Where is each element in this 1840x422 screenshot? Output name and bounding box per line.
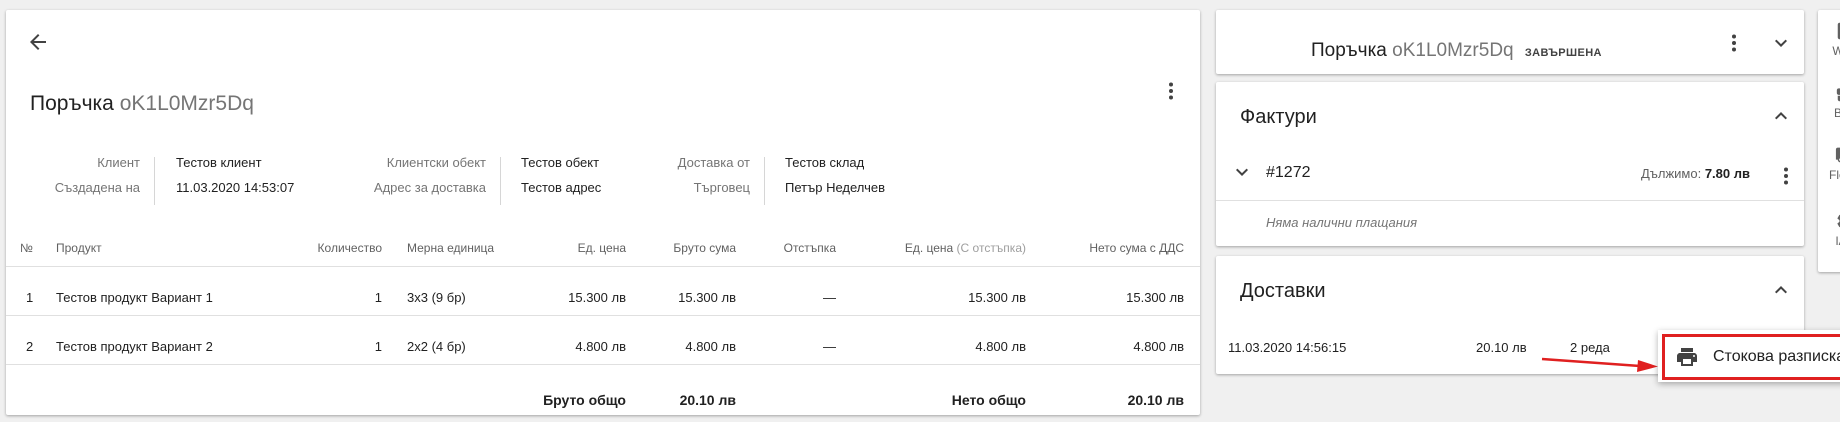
gross-total-label: Бруто общо: [543, 392, 626, 408]
chevron-up-icon[interactable]: [1769, 278, 1793, 302]
no-payments-text: Няма налични плащания: [1266, 215, 1418, 230]
app-rail: WSS BSS Fleerp IAM: [1818, 10, 1840, 272]
back-arrow-icon[interactable]: [26, 30, 50, 54]
col-header-unit-price-disc: Ед. цена (С отстъпка): [866, 241, 1026, 255]
trader-value: Петър Неделчев: [785, 180, 885, 195]
row-qty: 1: [374, 339, 382, 354]
table-divider: [6, 266, 1200, 267]
delivery-from-value: Тестов склад: [785, 155, 865, 170]
row-unit-price-disc: 15.300 лв: [968, 290, 1026, 305]
truck-icon: [1835, 147, 1840, 163]
object-value: Тестов обект: [521, 155, 600, 170]
row-discount: —: [823, 339, 836, 354]
row-product: Тестов продукт Вариант 2: [56, 339, 213, 354]
row-net-vat: 15.300 лв: [1126, 290, 1184, 305]
delivery-from-label: Доставка от: [677, 155, 750, 170]
order-code: oK1L0Mzr5Dq: [119, 92, 254, 115]
delivery-actions-menu: Стокова разписка: [1658, 330, 1840, 382]
address-label: Адрес за доставка: [373, 180, 486, 195]
row-gross: 4.800 лв: [685, 339, 736, 354]
more-vert-icon[interactable]: [1159, 79, 1183, 103]
order-title-prefix: Поръчка: [30, 92, 114, 115]
delivery-rows: 2 реда: [1570, 340, 1610, 355]
summary-title-prefix: Поръчка: [1311, 40, 1387, 61]
col-header-product: Продукт: [56, 241, 102, 255]
order-summary-card: Поръчка oK1L0Mzr5Dq ЗАВЪРШЕНА: [1216, 10, 1804, 74]
table-divider: [6, 315, 1200, 316]
chevron-down-icon[interactable]: [1230, 160, 1254, 184]
gear-icon: [1837, 214, 1840, 228]
table-divider: [6, 364, 1200, 365]
net-total-label: Нето общо: [951, 392, 1026, 408]
row-num: 2: [26, 339, 34, 354]
invoice-due-label: Дължимо:: [1640, 166, 1702, 181]
summary-title: Поръчка oK1L0Mzr5Dq ЗАВЪРШЕНА: [1311, 40, 1602, 62]
row-unit-price: 15.300 лв: [568, 290, 626, 305]
info-divider: [764, 157, 765, 205]
col-header-unit: Мерна единица: [407, 241, 495, 255]
invoices-card: Фактури #1272 Дължимо: 7.80 лв Няма нали…: [1216, 82, 1804, 246]
client-value: Тестов клиент: [176, 155, 262, 170]
gross-total-value: 20.10 лв: [679, 392, 736, 408]
page-title: Поръчка oK1L0Mzr5Dq: [30, 92, 254, 116]
more-vert-icon[interactable]: [1774, 164, 1798, 188]
delivery-amount: 20.10 лв: [1476, 340, 1527, 355]
printer-icon: [1677, 348, 1697, 366]
goods-receipt-menu-item[interactable]: Стокова разписка: [1662, 334, 1840, 380]
row-product: Тестов продукт Вариант 1: [56, 290, 213, 305]
chevron-down-icon[interactable]: [1769, 31, 1793, 55]
col-header-net-vat: Нето сума с ДДС: [1089, 241, 1184, 255]
created-label: Създадена на: [54, 180, 140, 195]
deliveries-title: Доставки: [1240, 280, 1326, 302]
clipboard-icon: [1837, 22, 1840, 40]
invoice-due-value: 7.80 лв: [1704, 166, 1750, 181]
briefcase-icon: [1836, 88, 1840, 102]
info-divider: [500, 157, 501, 205]
col-header-unit-price-disc-note: (С отстъпка): [956, 241, 1026, 255]
col-header-qty: Количество: [317, 241, 382, 255]
row-qty: 1: [374, 290, 382, 305]
more-vert-icon[interactable]: [1722, 31, 1746, 55]
row-discount: —: [823, 290, 836, 305]
rail-label-wss: WSS: [1832, 44, 1840, 58]
rail-label-bss: BSS: [1833, 106, 1840, 120]
invoices-title: Фактури: [1240, 106, 1317, 128]
object-label: Клиентски обект: [386, 155, 486, 170]
net-total-value: 20.10 лв: [1127, 392, 1184, 408]
status-badge: ЗАВЪРШЕНА: [1524, 47, 1602, 59]
col-header-unit-price: Ед. цена: [577, 241, 626, 255]
summary-order-code: oK1L0Mzr5Dq: [1392, 40, 1514, 61]
row-unit: 3x3 (9 бр): [407, 290, 466, 305]
col-header-gross: Бруто сума: [673, 241, 736, 255]
rail-label-fleerp: Fleerp: [1828, 168, 1840, 182]
annotation-arrow-icon: [1541, 357, 1658, 372]
row-net-vat: 4.800 лв: [1133, 339, 1184, 354]
invoice-due: Дължимо: 7.80 лв: [1566, 166, 1750, 181]
goods-receipt-label: Стокова разписка: [1713, 348, 1840, 365]
created-value: 11.03.2020 14:53:07: [176, 180, 295, 195]
row-num: 1: [26, 290, 34, 305]
invoice-row[interactable]: #1272 Дължимо: 7.80 лв: [1216, 152, 1804, 200]
rail-item-iam[interactable]: IAM: [1818, 204, 1840, 266]
col-header-unit-price-disc-label: Ед. цена: [904, 241, 954, 255]
client-label: Клиент: [97, 155, 140, 170]
col-header-discount: Отстъпка: [783, 241, 836, 255]
row-unit: 2x2 (4 бр): [407, 339, 466, 354]
rail-item-fleerp[interactable]: Fleerp: [1818, 138, 1840, 200]
row-unit-price-disc: 4.800 лв: [975, 339, 1026, 354]
rail-item-bss[interactable]: BSS: [1818, 76, 1840, 138]
invoice-number: #1272: [1266, 164, 1311, 181]
invoice-divider: [1216, 200, 1804, 201]
col-header-num: №: [20, 241, 33, 255]
rail-label-iam: IAM: [1835, 234, 1840, 248]
trader-label: Търговец: [693, 180, 750, 195]
rail-item-wss[interactable]: WSS: [1818, 14, 1840, 76]
info-divider: [154, 157, 155, 205]
row-gross: 15.300 лв: [678, 290, 736, 305]
delivery-date: 11.03.2020 14:56:15: [1228, 340, 1347, 355]
address-value: Тестов адрес: [521, 180, 602, 195]
row-unit-price: 4.800 лв: [575, 339, 626, 354]
order-details-card: Поръчка oK1L0Mzr5Dq Клиент Създадена на …: [6, 10, 1200, 415]
chevron-up-icon[interactable]: [1769, 104, 1793, 128]
